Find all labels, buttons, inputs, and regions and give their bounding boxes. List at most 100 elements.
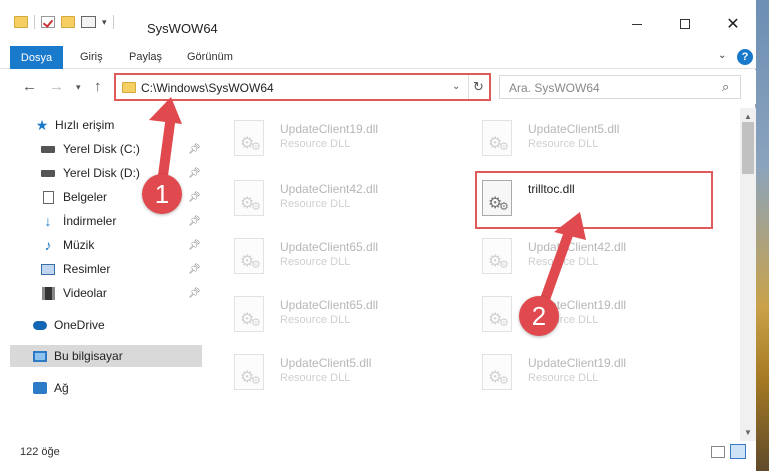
address-row: ← → ▾ ↑ C:\Windows\SysWOW64 ⌄ ↻ Ara. Sys…: [0, 70, 756, 104]
pin-icon[interactable]: 📌︎: [188, 168, 201, 179]
divider: [112, 15, 114, 29]
step-1-badge: 1: [142, 174, 182, 214]
explorer-window: ▾ SysWOW64 ✕ Dosya Giriş Paylaş Görünüm …: [0, 0, 756, 471]
tab-home[interactable]: Giriş: [80, 51, 103, 63]
nav-item-local-disk-c[interactable]: Yerel Disk (C:) 📌︎: [10, 138, 202, 160]
file-name: UpdateClient42.dll: [280, 182, 379, 196]
close-icon: ✕: [726, 16, 740, 33]
file-item[interactable]: ⚙ ⚙ UpdateClient5.dll Resource DLL: [224, 348, 454, 394]
nav-label: Yerel Disk (D:): [63, 166, 140, 180]
file-item[interactable]: ⚙ ⚙ UpdateClient19.dll Resource DLL: [472, 348, 702, 394]
scroll-down-icon[interactable]: ▼: [744, 428, 752, 437]
ribbon-tabs: Dosya Giriş Paylaş Görünüm ⌄ ?: [0, 42, 756, 69]
customize-icon[interactable]: [81, 16, 96, 28]
minimize-button[interactable]: [622, 14, 652, 34]
large-icons-view-icon[interactable]: [730, 444, 746, 459]
nav-label: Müzik: [63, 238, 95, 252]
window-title: SysWOW64: [147, 21, 218, 36]
pin-icon[interactable]: 📌︎: [188, 264, 201, 275]
scrollbar-thumb[interactable]: [742, 122, 754, 174]
file-item[interactable]: ⚙ ⚙ UpdateClient5.dll Resource DLL: [472, 114, 702, 160]
address-bar[interactable]: C:\Windows\SysWOW64 ⌄ ↻: [114, 73, 491, 101]
step-2-badge: 2: [519, 296, 559, 336]
refresh-icon[interactable]: ↻: [473, 79, 484, 95]
file-type: Resource DLL: [528, 256, 599, 268]
expand-ribbon-icon[interactable]: ⌄: [718, 50, 726, 61]
nav-label: Hızlı erişim: [55, 118, 115, 132]
pin-icon[interactable]: 📌︎: [188, 216, 201, 227]
file-highlight-box: [475, 171, 713, 229]
nav-label: Resimler: [63, 262, 111, 276]
music-icon: ♪: [44, 237, 52, 253]
properties-check-icon[interactable]: [41, 16, 55, 28]
maximize-button[interactable]: [670, 14, 700, 34]
file-item[interactable]: ⚙ ⚙ UpdateClient19.dll Resource DLL: [224, 114, 454, 160]
pin-icon[interactable]: 📌︎: [188, 288, 201, 299]
cloud-icon: [33, 319, 47, 331]
up-button[interactable]: ↑: [94, 78, 102, 95]
divider: [468, 75, 469, 99]
search-icon[interactable]: ⌕: [722, 79, 729, 95]
file-type: Resource DLL: [280, 372, 351, 384]
address-path[interactable]: C:\Windows\SysWOW64: [141, 81, 274, 95]
nav-item-downloads[interactable]: ↓ İndirmeler 📌︎: [10, 210, 202, 232]
chevron-down-icon[interactable]: ⌄: [452, 81, 460, 92]
title-bar: ▾ SysWOW64 ✕: [0, 0, 756, 42]
tab-share[interactable]: Paylaş: [129, 51, 162, 63]
file-item[interactable]: ⚙ ⚙ UpdateClient65.dll Resource DLL: [224, 290, 454, 336]
file-type: Resource DLL: [280, 256, 351, 268]
file-type: Resource DLL: [528, 138, 599, 150]
file-item[interactable]: ⚙ ⚙ UpdateClient42.dll Resource DLL: [472, 232, 702, 278]
forward-button[interactable]: →: [49, 78, 64, 95]
dll-file-icon: ⚙ ⚙: [234, 296, 264, 332]
file-name: UpdateClient42.dll: [528, 240, 627, 254]
nav-label: Yerel Disk (C:): [63, 142, 140, 156]
nav-quick-access[interactable]: ★ Hızlı erişim: [10, 114, 202, 136]
tab-file[interactable]: Dosya: [10, 46, 63, 69]
file-item[interactable]: ⚙ ⚙ UpdateClient19.dll Resource DLL: [472, 290, 702, 336]
details-view-icon[interactable]: [711, 446, 725, 458]
search-box[interactable]: Ara. SysWOW64 ⌕: [499, 75, 741, 99]
nav-item-onedrive[interactable]: OneDrive: [10, 314, 202, 336]
nav-label: Videolar: [63, 286, 107, 300]
computer-icon: [33, 350, 47, 362]
nav-item-videos[interactable]: Videolar 📌︎: [10, 282, 202, 304]
nav-item-network[interactable]: Ağ: [10, 377, 202, 399]
file-name: UpdateClient65.dll: [280, 240, 379, 254]
scroll-up-icon[interactable]: ▲: [744, 112, 752, 121]
dll-file-icon: ⚙ ⚙: [482, 238, 512, 274]
vertical-scrollbar[interactable]: ▲ ▼: [740, 108, 756, 441]
recent-locations-icon[interactable]: ▾: [76, 82, 81, 93]
minimize-icon: [632, 23, 642, 25]
pin-icon[interactable]: 📌︎: [188, 192, 201, 203]
network-icon: [33, 382, 47, 394]
qat-dropdown-icon[interactable]: ▾: [102, 17, 107, 28]
nav-label: İndirmeler: [63, 214, 117, 228]
search-placeholder[interactable]: Ara. SysWOW64: [509, 81, 600, 95]
star-icon: ★: [35, 116, 49, 133]
file-item[interactable]: ⚙ ⚙ UpdateClient65.dll Resource DLL: [224, 232, 454, 278]
nav-label: Belgeler: [63, 190, 108, 204]
nav-item-music[interactable]: ♪ Müzik 📌︎: [10, 234, 202, 256]
pin-icon[interactable]: 📌︎: [188, 240, 201, 251]
nav-item-this-pc[interactable]: Bu bilgisayar: [10, 345, 202, 367]
pin-icon[interactable]: 📌︎: [188, 144, 201, 155]
help-icon[interactable]: ?: [737, 49, 753, 65]
file-name: UpdateClient5.dll: [528, 122, 620, 136]
navigation-pane: ★ Hızlı erişim Yerel Disk (C:) 📌︎ Yerel …: [0, 108, 208, 438]
dll-file-icon: ⚙ ⚙: [482, 120, 512, 156]
file-type: Resource DLL: [280, 138, 351, 150]
status-bar: 122 öğe: [0, 441, 756, 471]
nav-item-pictures[interactable]: Resimler 📌︎: [10, 258, 202, 280]
file-item[interactable]: ⚙ ⚙ UpdateClient42.dll Resource DLL: [224, 174, 454, 220]
close-button[interactable]: ✕: [718, 14, 748, 34]
file-type: Resource DLL: [280, 314, 351, 326]
dll-file-icon: ⚙ ⚙: [482, 296, 512, 332]
dll-file-icon: ⚙ ⚙: [234, 238, 264, 274]
new-folder-icon[interactable]: [61, 16, 75, 28]
tab-view[interactable]: Görünüm: [187, 51, 233, 63]
back-button[interactable]: ←: [22, 78, 37, 95]
maximize-icon: [680, 19, 690, 29]
dll-file-icon: ⚙ ⚙: [234, 180, 264, 216]
document-icon: [41, 190, 55, 204]
